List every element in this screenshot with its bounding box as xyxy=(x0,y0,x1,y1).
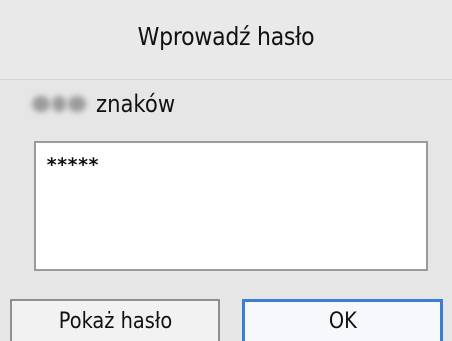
show-password-button[interactable]: Pokaż hasło xyxy=(10,299,220,341)
character-counter: znaków xyxy=(32,82,186,126)
ok-button-label: OK xyxy=(328,309,357,334)
password-masked-value: ***** xyxy=(46,154,99,176)
page-title: Wprowadź hasło xyxy=(137,22,315,51)
character-counter-label: znaków xyxy=(96,90,176,118)
show-password-button-label: Pokaż hasło xyxy=(58,308,172,334)
password-entry-screen: Wprowadź hasło znaków ***** Pokaż hasło … xyxy=(0,0,452,341)
title-bar: Wprowadź hasło xyxy=(0,0,452,80)
password-field[interactable]: ***** xyxy=(34,141,428,271)
ok-button[interactable]: OK xyxy=(242,299,443,341)
blurred-character-range xyxy=(32,93,88,115)
